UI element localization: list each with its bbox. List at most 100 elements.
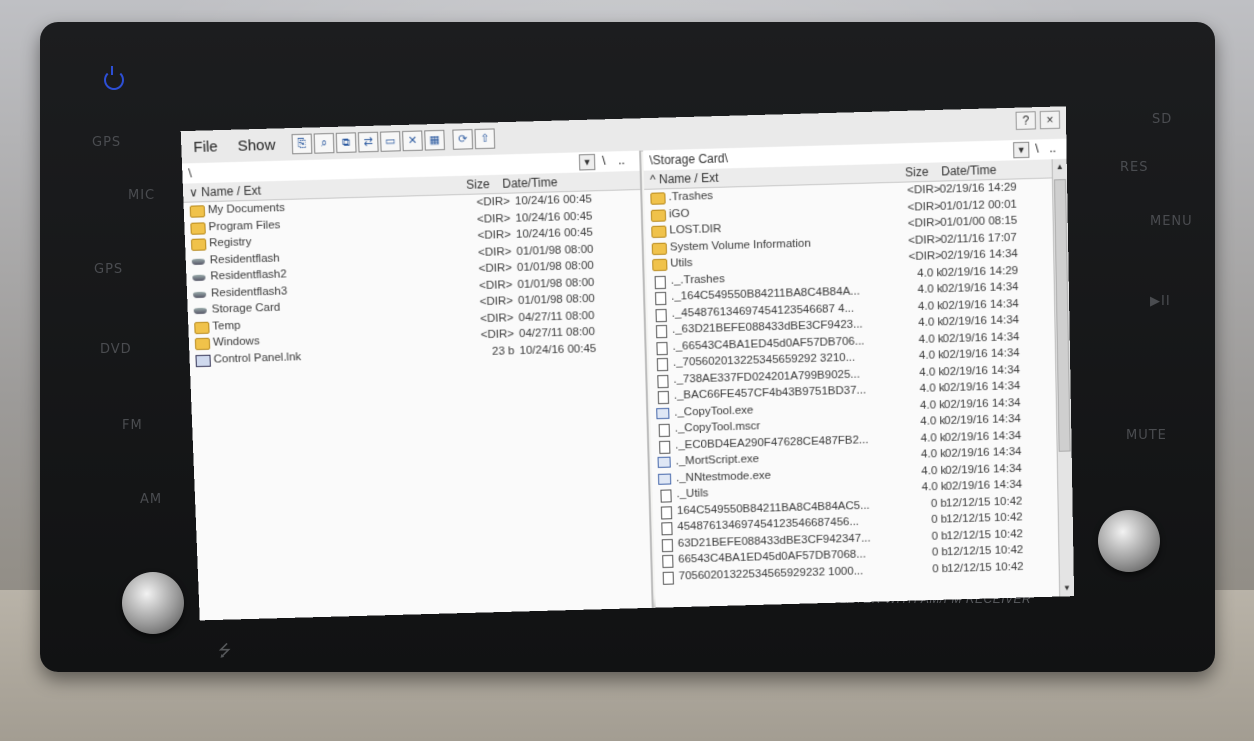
file-date: 01/01/98 08:00	[516, 259, 595, 274]
exe-file-icon	[657, 456, 671, 468]
file-date: 02/19/16 14:34	[944, 413, 1021, 428]
side-button-play-pause[interactable]: ▶II	[1150, 294, 1171, 309]
split-view-icon[interactable]: ▦	[424, 129, 445, 151]
close-button[interactable]: ×	[1039, 110, 1061, 130]
file-icon	[657, 374, 669, 388]
shortcut-icon	[195, 354, 211, 367]
file-icon	[654, 275, 666, 289]
properties-icon[interactable]: ⎘	[291, 133, 313, 155]
file-date: 02/19/16 14:29	[939, 181, 1017, 196]
copy-icon[interactable]: ⧉	[335, 132, 357, 154]
file-size: 4.0 k	[918, 332, 944, 346]
tune-knob[interactable]	[1098, 510, 1160, 572]
file-size: <DIR>	[907, 216, 942, 230]
refresh-icon[interactable]: ⟳	[452, 129, 474, 150]
scroll-up-icon[interactable]: ▲	[1054, 161, 1066, 173]
file-date: 10/24/16 00:45	[519, 342, 597, 357]
help-button[interactable]: ?	[1015, 111, 1036, 130]
file-size: 4.0 k	[918, 349, 945, 362]
left-root-button[interactable]: \	[602, 154, 606, 168]
left-col-size[interactable]: Size	[466, 177, 490, 192]
right-path: \Storage Card\	[649, 151, 729, 168]
file-icon	[660, 489, 672, 503]
side-button-dvd[interactable]: DVD	[100, 342, 132, 357]
right-root-button[interactable]: \	[1035, 141, 1039, 155]
side-button-sd[interactable]: SD	[1152, 112, 1172, 127]
file-date: 02/19/16 14:34	[943, 363, 1021, 378]
side-button-gps-top[interactable]: GPS	[92, 135, 121, 150]
file-size: <DIR>	[908, 233, 942, 247]
file-size: 4.0 k	[921, 464, 947, 477]
right-col-date[interactable]: Date/Time	[941, 163, 996, 179]
folder-icon	[190, 238, 207, 251]
file-date: 02/19/16 14:34	[940, 247, 1018, 263]
side-button-mute[interactable]: MUTE	[1126, 428, 1167, 443]
file-size: 4.0 k	[919, 398, 946, 412]
folder-icon	[650, 192, 666, 205]
file-date: 12/12/15 10:42	[947, 560, 1024, 575]
file-icon	[662, 571, 674, 585]
menu-file[interactable]: File	[193, 138, 218, 156]
file-date: 02/19/16 14:34	[945, 462, 1022, 477]
file-date: 02/19/16 14:34	[941, 297, 1019, 312]
menu-show[interactable]: Show	[237, 137, 275, 155]
file-date: 01/01/98 08:00	[517, 276, 595, 291]
delete-icon[interactable]: ✕	[402, 130, 423, 152]
folder-icon	[190, 221, 206, 235]
right-parent-button[interactable]: ..	[1049, 141, 1056, 155]
file-date: 01/01/00 08:15	[940, 214, 1018, 229]
file-size: <DIR>	[476, 212, 511, 226]
file-icon	[655, 308, 667, 322]
file-size: <DIR>	[480, 311, 514, 325]
file-size: 0 b	[931, 513, 948, 526]
file-size: 4.0 k	[920, 415, 946, 428]
file-date: 10/24/16 00:45	[514, 193, 593, 208]
file-icon	[658, 423, 670, 438]
file-date: 12/12/15 10:42	[946, 511, 1023, 526]
file-size: 0 b	[931, 546, 949, 559]
chevron-down-icon[interactable]: ▼	[578, 153, 596, 171]
move-icon[interactable]: ⇄	[357, 131, 379, 153]
file-size: 4.0 k	[919, 382, 945, 395]
right-col-size[interactable]: Size	[905, 165, 929, 180]
side-button-am[interactable]: AM	[140, 492, 162, 507]
file-date: 02/19/16 14:34	[944, 429, 1022, 444]
right-col-name[interactable]: ^ Name / Ext	[650, 171, 719, 187]
file-size: 4.0 k	[920, 431, 946, 445]
file-size: <DIR>	[480, 328, 515, 342]
left-col-date[interactable]: Date/Time	[502, 175, 558, 191]
file-date: 02/19/16 14:34	[942, 314, 1020, 329]
left-file-list: My Documents <DIR> 10/24/16 00:45 Program F…	[184, 191, 645, 369]
side-button-fm[interactable]: FM	[122, 418, 143, 433]
power-icon[interactable]	[104, 66, 124, 90]
volume-knob[interactable]	[122, 572, 184, 634]
side-button-gps[interactable]: GPS	[94, 262, 123, 277]
left-parent-button[interactable]: ..	[618, 153, 625, 167]
chevron-down-icon[interactable]: ▼	[1013, 141, 1030, 159]
scroll-down-icon[interactable]: ▼	[1061, 582, 1073, 594]
file-size: 4.0 k	[921, 480, 947, 494]
file-size: <DIR>	[477, 228, 512, 242]
file-size: <DIR>	[477, 245, 512, 259]
exe-file-icon	[656, 407, 670, 419]
file-date: 02/19/16 14:34	[941, 281, 1019, 296]
file-size: <DIR>	[908, 250, 943, 264]
drive-icon	[191, 258, 205, 265]
find-icon[interactable]: ⌕	[313, 132, 335, 154]
file-icon	[659, 440, 671, 454]
file-date: 01/01/98 08:00	[517, 292, 596, 308]
up-folder-icon[interactable]: ⇧	[474, 128, 496, 150]
folder-icon	[194, 321, 210, 334]
exe-file-icon	[657, 473, 672, 485]
side-button-res[interactable]: RES	[1120, 160, 1149, 175]
drive-icon	[193, 307, 207, 315]
side-button-mic: MIC	[128, 188, 156, 203]
file-date: 04/27/11 08:00	[518, 325, 596, 341]
side-button-menu[interactable]: MENU	[1150, 214, 1193, 229]
file-date: 02/19/16 14:34	[943, 396, 1021, 411]
new-folder-icon[interactable]: ▭	[379, 131, 401, 152]
file-date: 02/19/16 14:34	[943, 380, 1021, 395]
file-icon	[655, 324, 668, 339]
left-col-name[interactable]: ∨ Name / Ext	[189, 183, 261, 199]
file-size: 4.0 k	[917, 283, 943, 296]
